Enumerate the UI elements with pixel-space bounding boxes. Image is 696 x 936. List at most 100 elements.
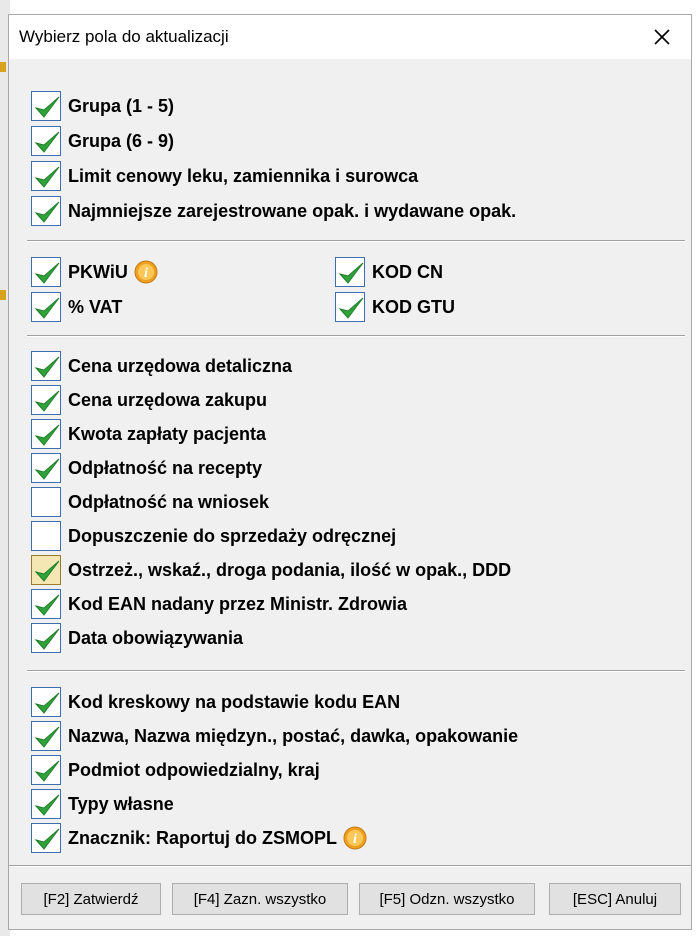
checkbox-label: Dopuszczenie do sprzedaży odręcznej: [68, 525, 397, 546]
checkbox-limit-cenowy[interactable]: Limit cenowy leku, zamiennika i surowca: [31, 161, 418, 191]
checkbox-vat[interactable]: % VAT: [31, 292, 122, 322]
check-icon: [34, 166, 60, 188]
check-icon: [34, 458, 60, 480]
checkbox-label: Znacznik: Raportuj do ZSMOPL: [68, 827, 337, 848]
checkbox-grupa-6-9[interactable]: Grupa (6 - 9): [31, 126, 174, 156]
checkbox-odplatnosc-wniosek[interactable]: Odpłatność na wniosek: [31, 487, 269, 517]
checkbox-box[interactable]: [31, 419, 61, 449]
checkbox-label: Typy własne: [68, 793, 174, 814]
checkbox-data-obowiazywania[interactable]: Data obowiązywania: [31, 623, 243, 653]
checkbox-box[interactable]: [31, 623, 61, 653]
checkbox-dopuszczenie[interactable]: Dopuszczenie do sprzedaży odręcznej: [31, 521, 396, 551]
checkbox-box[interactable]: [31, 126, 61, 156]
checkbox-kod-gtu[interactable]: KOD GTU: [335, 292, 455, 322]
checkbox-box[interactable]: [31, 453, 61, 483]
checkbox-box[interactable]: [31, 687, 61, 717]
info-icon[interactable]: i: [134, 260, 158, 284]
checkbox-label: Odpłatność na recepty: [68, 457, 263, 478]
checkbox-box[interactable]: [31, 385, 61, 415]
checkbox-label: Nazwa, Nazwa międzyn., postać, dawka, op…: [68, 725, 519, 746]
checkbox-kod-kreskowy[interactable]: Kod kreskowy na podstawie kodu EAN: [31, 687, 400, 717]
checkbox-box[interactable]: [31, 292, 61, 322]
check-icon: [34, 297, 60, 319]
checkbox-kod-cn[interactable]: KOD CN: [335, 257, 443, 287]
checkbox-label: PKWiU: [68, 261, 128, 282]
checkbox-box[interactable]: [335, 292, 365, 322]
checkbox-box[interactable]: [31, 823, 61, 853]
check-icon: [34, 726, 60, 748]
checkbox-box[interactable]: [31, 257, 61, 287]
checkbox-box[interactable]: [31, 555, 61, 585]
check-icon: [34, 692, 60, 714]
check-icon: [34, 262, 60, 284]
svg-text:i: i: [144, 266, 148, 281]
dialog-body: Grupa (1 - 5) Grupa (6 - 9) Limit cenowy…: [9, 59, 691, 929]
svg-text:i: i: [353, 832, 357, 847]
check-icon: [34, 628, 60, 650]
checkbox-label: Odpłatność na wniosek: [68, 491, 270, 512]
button-bar: [F2] Zatwierdź [F4] Zazn. wszystko [F5] …: [21, 883, 683, 917]
check-icon: [34, 560, 60, 582]
checkbox-box[interactable]: [335, 257, 365, 287]
checkbox-box[interactable]: [31, 351, 61, 381]
background-marker: [0, 62, 6, 72]
check-icon: [338, 297, 364, 319]
checkbox-podmiot[interactable]: Podmiot odpowiedzialny, kraj: [31, 755, 320, 785]
group-separator: [27, 670, 685, 672]
checkbox-znacznik-zsmopl[interactable]: Znacznik: Raportuj do ZSMOPL i: [31, 823, 367, 853]
check-icon: [338, 262, 364, 284]
checkbox-kwota-zaplaty[interactable]: Kwota zapłaty pacjenta: [31, 419, 266, 449]
title-bar: Wybierz pola do aktualizacji: [9, 15, 691, 59]
checkbox-cena-detaliczna[interactable]: Cena urzędowa detaliczna: [31, 351, 292, 381]
dialog-title: Wybierz pola do aktualizacji: [19, 27, 229, 46]
checkbox-label: KOD CN: [372, 261, 443, 282]
checkbox-label: Kwota zapłaty pacjenta: [68, 423, 267, 444]
checkbox-label: Limit cenowy leku, zamiennika i surowca: [68, 165, 419, 186]
check-icon: [34, 828, 60, 850]
checkbox-ostrzez-wskaz[interactable]: Ostrzeż., wskaź., droga podania, ilość w…: [31, 555, 511, 585]
confirm-button[interactable]: [F2] Zatwierdź: [21, 883, 161, 915]
checkbox-box[interactable]: [31, 521, 61, 551]
check-icon: [34, 201, 60, 223]
check-icon: [34, 794, 60, 816]
checkbox-nazwa[interactable]: Nazwa, Nazwa międzyn., postać, dawka, op…: [31, 721, 518, 751]
checkbox-cena-zakupu[interactable]: Cena urzędowa zakupu: [31, 385, 267, 415]
check-icon: [34, 760, 60, 782]
checkbox-box[interactable]: [31, 196, 61, 226]
check-icon: [34, 424, 60, 446]
checkbox-box[interactable]: [31, 789, 61, 819]
checkbox-box[interactable]: [31, 721, 61, 751]
checkbox-box[interactable]: [31, 487, 61, 517]
checkbox-box[interactable]: [31, 589, 61, 619]
checkbox-label: Grupa (6 - 9): [68, 130, 175, 151]
group-separator: [27, 240, 685, 242]
checkbox-box[interactable]: [31, 755, 61, 785]
select-all-button[interactable]: [F4] Zazn. wszystko: [172, 883, 348, 915]
checkbox-label: Podmiot odpowiedzialny, kraj: [68, 759, 320, 780]
check-icon: [34, 96, 60, 118]
checkbox-label: Grupa (1 - 5): [68, 95, 175, 116]
check-icon: [34, 390, 60, 412]
update-fields-dialog: Wybierz pola do aktualizacji Grupa (1 - …: [8, 14, 692, 930]
button-bar-separator: [9, 865, 691, 867]
cancel-button[interactable]: [ESC] Anuluj: [549, 883, 681, 915]
checkbox-label: Ostrzeż., wskaź., droga podania, ilość w…: [68, 559, 512, 580]
checkbox-label: % VAT: [68, 296, 123, 317]
close-button[interactable]: [645, 20, 679, 54]
checkbox-label: Cena urzędowa zakupu: [68, 389, 268, 410]
checkbox-pkwiu[interactable]: PKWiU i: [31, 257, 158, 287]
checkbox-kod-ean-mz[interactable]: Kod EAN nadany przez Ministr. Zdrowia: [31, 589, 407, 619]
checkbox-grupa-1-5[interactable]: Grupa (1 - 5): [31, 91, 174, 121]
checkbox-odplatnosc-recepty[interactable]: Odpłatność na recepty: [31, 453, 262, 483]
checkbox-label: Data obowiązywania: [68, 627, 244, 648]
deselect-all-button[interactable]: [F5] Odzn. wszystko: [359, 883, 535, 915]
check-icon: [34, 356, 60, 378]
checkbox-typy-wlasne[interactable]: Typy własne: [31, 789, 174, 819]
background-marker: [0, 290, 6, 300]
checkbox-box[interactable]: [31, 91, 61, 121]
checkbox-najmniejsze-opak[interactable]: Najmniejsze zarejestrowane opak. i wydaw…: [31, 196, 516, 226]
info-icon[interactable]: i: [343, 826, 367, 850]
checkbox-label: Cena urzędowa detaliczna: [68, 355, 293, 376]
close-icon: [654, 29, 670, 45]
checkbox-box[interactable]: [31, 161, 61, 191]
